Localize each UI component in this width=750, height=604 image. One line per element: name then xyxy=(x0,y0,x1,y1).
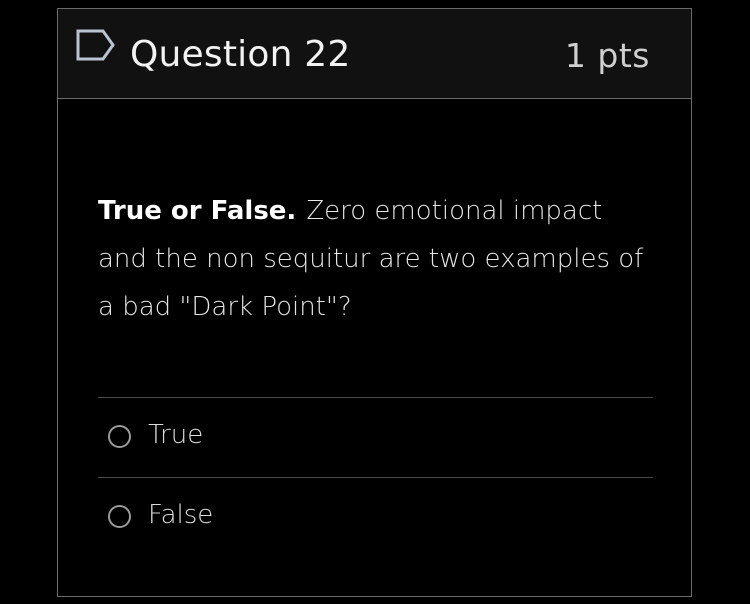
points-value: 1 pts xyxy=(564,36,650,75)
answer-label[interactable]: True xyxy=(148,418,203,452)
question-lead: True or False. xyxy=(98,196,297,226)
question-title: Question 22 xyxy=(130,34,351,75)
answer-list: True False xyxy=(98,397,653,557)
question-text: True or False. Zero emotional impact and … xyxy=(98,187,658,331)
radio-button[interactable] xyxy=(108,425,131,448)
flag-outline-icon[interactable] xyxy=(75,28,117,64)
answer-label[interactable]: False xyxy=(148,498,213,532)
answer-option-false[interactable]: False xyxy=(98,477,653,557)
answer-option-true[interactable]: True xyxy=(98,397,653,477)
question-card: Question 22 1 pts True or False. Zero emo… xyxy=(57,8,692,597)
question-header: Question 22 1 pts xyxy=(58,9,691,99)
radio-button[interactable] xyxy=(108,505,131,528)
